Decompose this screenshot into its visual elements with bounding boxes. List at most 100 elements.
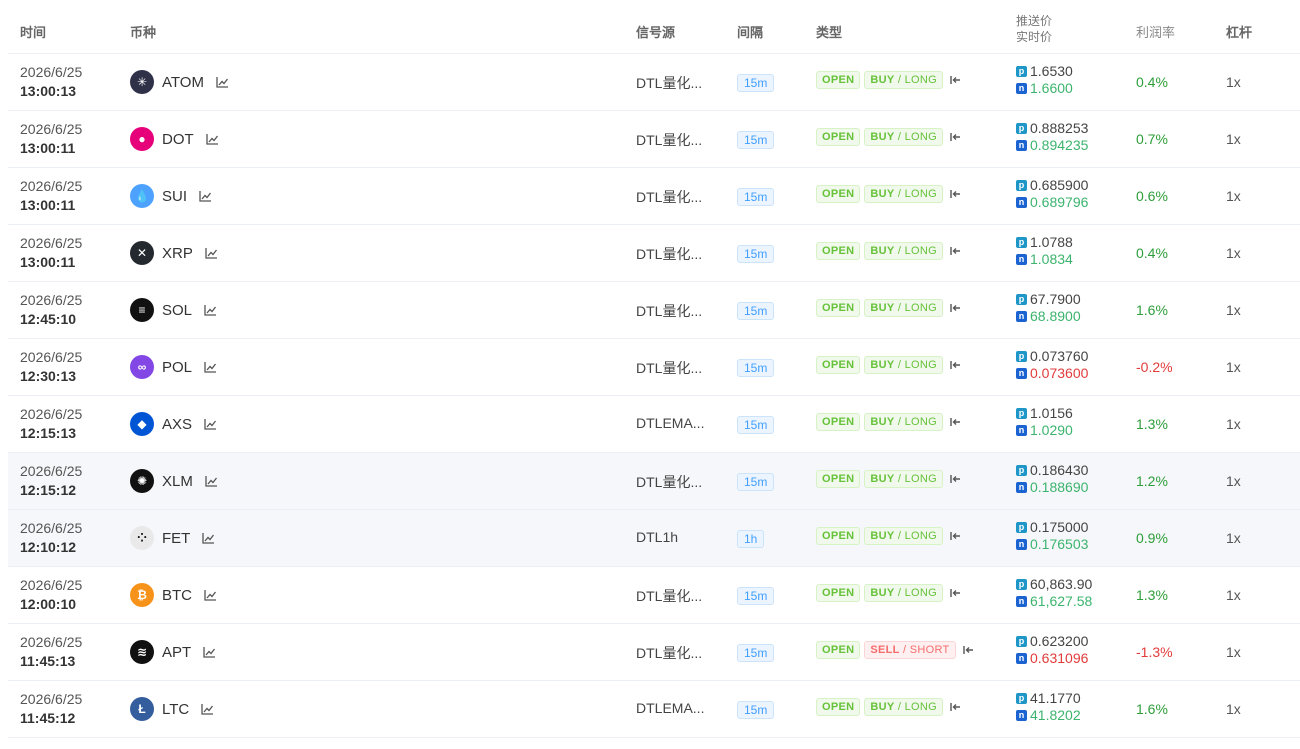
interval-cell: 15m: [737, 644, 775, 662]
profit-rate: 1.6%: [1136, 302, 1168, 318]
leverage: 1x: [1226, 587, 1241, 603]
close-position-icon[interactable]: [950, 360, 961, 370]
coin-name[interactable]: BTC: [162, 587, 192, 604]
open-tag: OPEN: [816, 356, 861, 374]
coin-name[interactable]: DOT: [162, 131, 194, 148]
table-row[interactable]: 2026/6/25 12:15:12 ✺ XLM DTL量化... 15m OP…: [8, 453, 1300, 510]
open-tag: OPEN: [816, 470, 861, 488]
column-time[interactable]: 时间: [20, 22, 46, 41]
chart-icon[interactable]: [204, 304, 217, 316]
close-position-icon[interactable]: [950, 246, 961, 256]
realtime-price-line: n 1.6600: [1016, 80, 1073, 97]
coin-name[interactable]: XRP: [162, 245, 193, 262]
time-cell: 2026/6/25 12:30:13: [20, 348, 82, 386]
close-position-icon[interactable]: [950, 588, 961, 598]
close-position-icon[interactable]: [950, 417, 961, 427]
table-row[interactable]: 2026/6/25 13:00:13 ✳ ATOM DTL量化... 15m O…: [8, 54, 1300, 111]
coin-name[interactable]: POL: [162, 359, 192, 376]
direction-sublabel: / LONG: [894, 473, 937, 485]
column-price[interactable]: 推送价 实时价: [1016, 13, 1052, 45]
table-row[interactable]: 2026/6/25 12:00:10 ₿ BTC DTL量化... 15m OP…: [8, 567, 1300, 624]
chart-icon[interactable]: [206, 133, 219, 145]
coin-name[interactable]: AXS: [162, 416, 192, 433]
direction-sublabel: / LONG: [894, 530, 937, 542]
chart-icon[interactable]: [199, 190, 212, 202]
column-profit[interactable]: 利润率: [1136, 22, 1175, 41]
close-position-icon[interactable]: [950, 531, 961, 541]
row-clock: 12:15:13: [20, 425, 77, 441]
direction-sublabel: / LONG: [894, 74, 937, 86]
chart-icon[interactable]: [205, 247, 218, 259]
interval-tag: 15m: [737, 131, 775, 149]
table-row[interactable]: 2026/6/25 12:30:13 ∞ POL DTL量化... 15m OP…: [8, 339, 1300, 396]
coin-cell: ₿ BTC: [130, 583, 217, 607]
close-position-icon[interactable]: [950, 189, 961, 199]
close-position-icon[interactable]: [950, 75, 961, 85]
table-row[interactable]: 2026/6/25 13:00:11 ✕ XRP DTL量化... 15m OP…: [8, 225, 1300, 282]
polkadot-icon: ●: [130, 127, 154, 151]
table-row[interactable]: 2026/6/25 12:45:10 ≡ SOL DTL量化... 15m OP…: [8, 282, 1300, 339]
push-price: 0.623200: [1030, 633, 1089, 649]
close-position-icon[interactable]: [962, 645, 974, 655]
chart-icon[interactable]: [204, 589, 217, 601]
leverage: 1x: [1226, 416, 1241, 432]
close-position-icon[interactable]: [950, 303, 961, 313]
push-price-line: p 0.685900: [1016, 177, 1088, 194]
coin-name[interactable]: APT: [162, 644, 191, 661]
time-cell: 2026/6/25 12:10:12: [20, 519, 82, 557]
row-clock: 12:10:12: [20, 539, 77, 555]
table-row[interactable]: 2026/6/25 11:45:12 Ł LTC DTLEMA... 15m O…: [8, 681, 1300, 738]
sui-icon: 💧: [130, 184, 154, 208]
row-date: 2026/6/25: [20, 235, 83, 251]
signal-source: DTL量化...: [636, 360, 703, 376]
realtime-price-line: n 0.631096: [1016, 650, 1088, 667]
signal-source: DTL量化...: [636, 645, 703, 661]
table-row[interactable]: 2026/6/25 12:15:13 ◆ AXS DTLEMA... 15m O…: [8, 396, 1300, 453]
table-row[interactable]: 2026/6/25 12:10:12 ⁘ FET DTL1h 1h OPEN B…: [8, 510, 1300, 567]
interval-cell: 15m: [737, 701, 775, 719]
coin-name[interactable]: SUI: [162, 188, 187, 205]
direction-tag: BUY / LONG: [864, 356, 943, 374]
time-cell: 2026/6/25 12:00:10: [20, 576, 82, 614]
signal-source: DTL量化...: [636, 588, 703, 604]
table-row[interactable]: 2026/6/25 13:00:11 💧 SUI DTL量化... 15m OP…: [8, 168, 1300, 225]
realtime-price: 0.894235: [1030, 137, 1089, 153]
interval-tag: 15m: [737, 644, 775, 662]
table-row[interactable]: 2026/6/25 13:00:11 ● DOT DTL量化... 15m OP…: [8, 111, 1300, 168]
price-cell: p 0.073760 n 0.073600: [1016, 348, 1088, 382]
open-tag: OPEN: [816, 185, 861, 203]
column-coin[interactable]: 币种: [130, 22, 156, 41]
chart-icon[interactable]: [204, 418, 217, 430]
coin-name[interactable]: XLM: [162, 473, 193, 490]
chart-icon[interactable]: [203, 646, 216, 658]
open-tag: OPEN: [816, 242, 861, 260]
coin-name[interactable]: LTC: [162, 701, 189, 718]
realtime-price-badge: n: [1016, 83, 1027, 94]
chart-icon[interactable]: [204, 361, 217, 373]
signal-source: DTLEMA...: [636, 415, 705, 431]
close-position-icon[interactable]: [950, 132, 961, 142]
close-position-icon[interactable]: [950, 474, 961, 484]
realtime-price-line: n 0.073600: [1016, 365, 1088, 382]
direction-label: BUY: [870, 302, 895, 314]
leverage: 1x: [1226, 359, 1241, 375]
column-interval[interactable]: 间隔: [737, 22, 763, 41]
realtime-price-badge: n: [1016, 254, 1027, 265]
realtime-price: 61,627.58: [1030, 593, 1093, 609]
realtime-price-badge: n: [1016, 710, 1027, 721]
column-source[interactable]: 信号源: [636, 22, 675, 41]
column-leverage[interactable]: 杠杆: [1226, 22, 1252, 41]
chart-icon[interactable]: [216, 76, 229, 88]
push-price-badge: p: [1016, 237, 1027, 248]
coin-name[interactable]: ATOM: [162, 74, 204, 91]
signal-source: DTL量化...: [636, 75, 703, 91]
coin-name[interactable]: FET: [162, 530, 190, 547]
coin-name[interactable]: SOL: [162, 302, 192, 319]
close-position-icon[interactable]: [950, 702, 961, 712]
column-type[interactable]: 类型: [816, 22, 842, 41]
chart-icon[interactable]: [201, 703, 214, 715]
table-row[interactable]: 2026/6/25 11:45:13 ≋ APT DTL量化... 15m OP…: [8, 624, 1300, 681]
realtime-price-badge: n: [1016, 311, 1027, 322]
chart-icon[interactable]: [205, 475, 218, 487]
chart-icon[interactable]: [202, 532, 215, 544]
